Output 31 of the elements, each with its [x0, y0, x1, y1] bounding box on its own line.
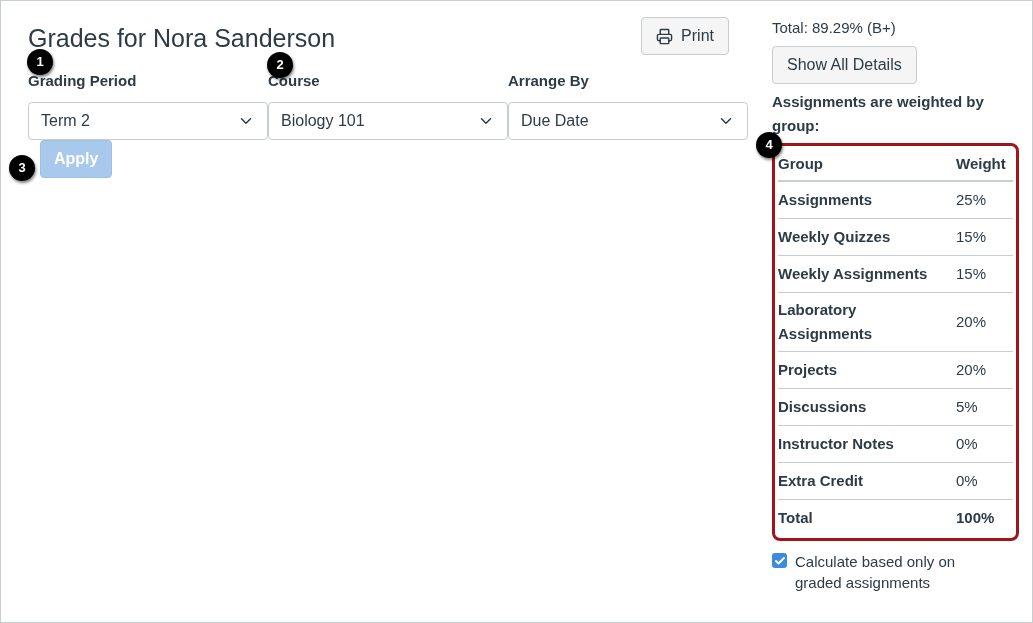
table-cell-text: 0%	[956, 470, 979, 491]
table-cell-text: Laboratory Assignments	[778, 300, 874, 344]
table-cell-text: 5%	[956, 396, 979, 417]
table-cell-text: 100%	[956, 507, 996, 528]
print-button[interactable]: Print	[641, 17, 729, 55]
table-cell-text: Extra Credit	[778, 471, 865, 491]
table-cell-text: Assignments	[778, 190, 874, 210]
checkbox[interactable]	[772, 553, 787, 568]
filter-label: Arrange By	[508, 71, 590, 91]
select-field[interactable]: Due Date	[508, 102, 748, 140]
table-cell-text: Discussions	[778, 397, 868, 417]
show-details-button[interactable]: Show All Details	[772, 46, 917, 84]
table-cell-text: 15%	[956, 263, 988, 284]
table-cell-text: Weekly Assignments	[778, 264, 929, 284]
table-cell-text: 20%	[956, 359, 988, 380]
callout-marker: 1	[27, 49, 53, 75]
table-cell-text: Weekly Quizzes	[778, 227, 892, 247]
table-cell-text: Instructor Notes	[778, 434, 895, 454]
table-cell-text: 25%	[956, 189, 988, 210]
select-field[interactable]: Biology 101	[268, 102, 508, 140]
column-header: Weight	[956, 153, 1007, 174]
table-cell-text: Projects	[778, 360, 839, 380]
printer-icon	[656, 27, 674, 45]
total-grade: Total: 89.29% (B+)	[772, 18, 897, 38]
table-cell-text: Total	[778, 507, 814, 528]
callout-marker: 3	[9, 155, 35, 181]
checkbox-label: Calculate based only on graded assignments	[795, 552, 957, 593]
select-field[interactable]: Term 2	[28, 102, 268, 140]
table-cell-text: 15%	[956, 226, 988, 247]
table-cell-text: 20%	[956, 311, 988, 332]
table-cell-text: 0%	[956, 433, 979, 454]
